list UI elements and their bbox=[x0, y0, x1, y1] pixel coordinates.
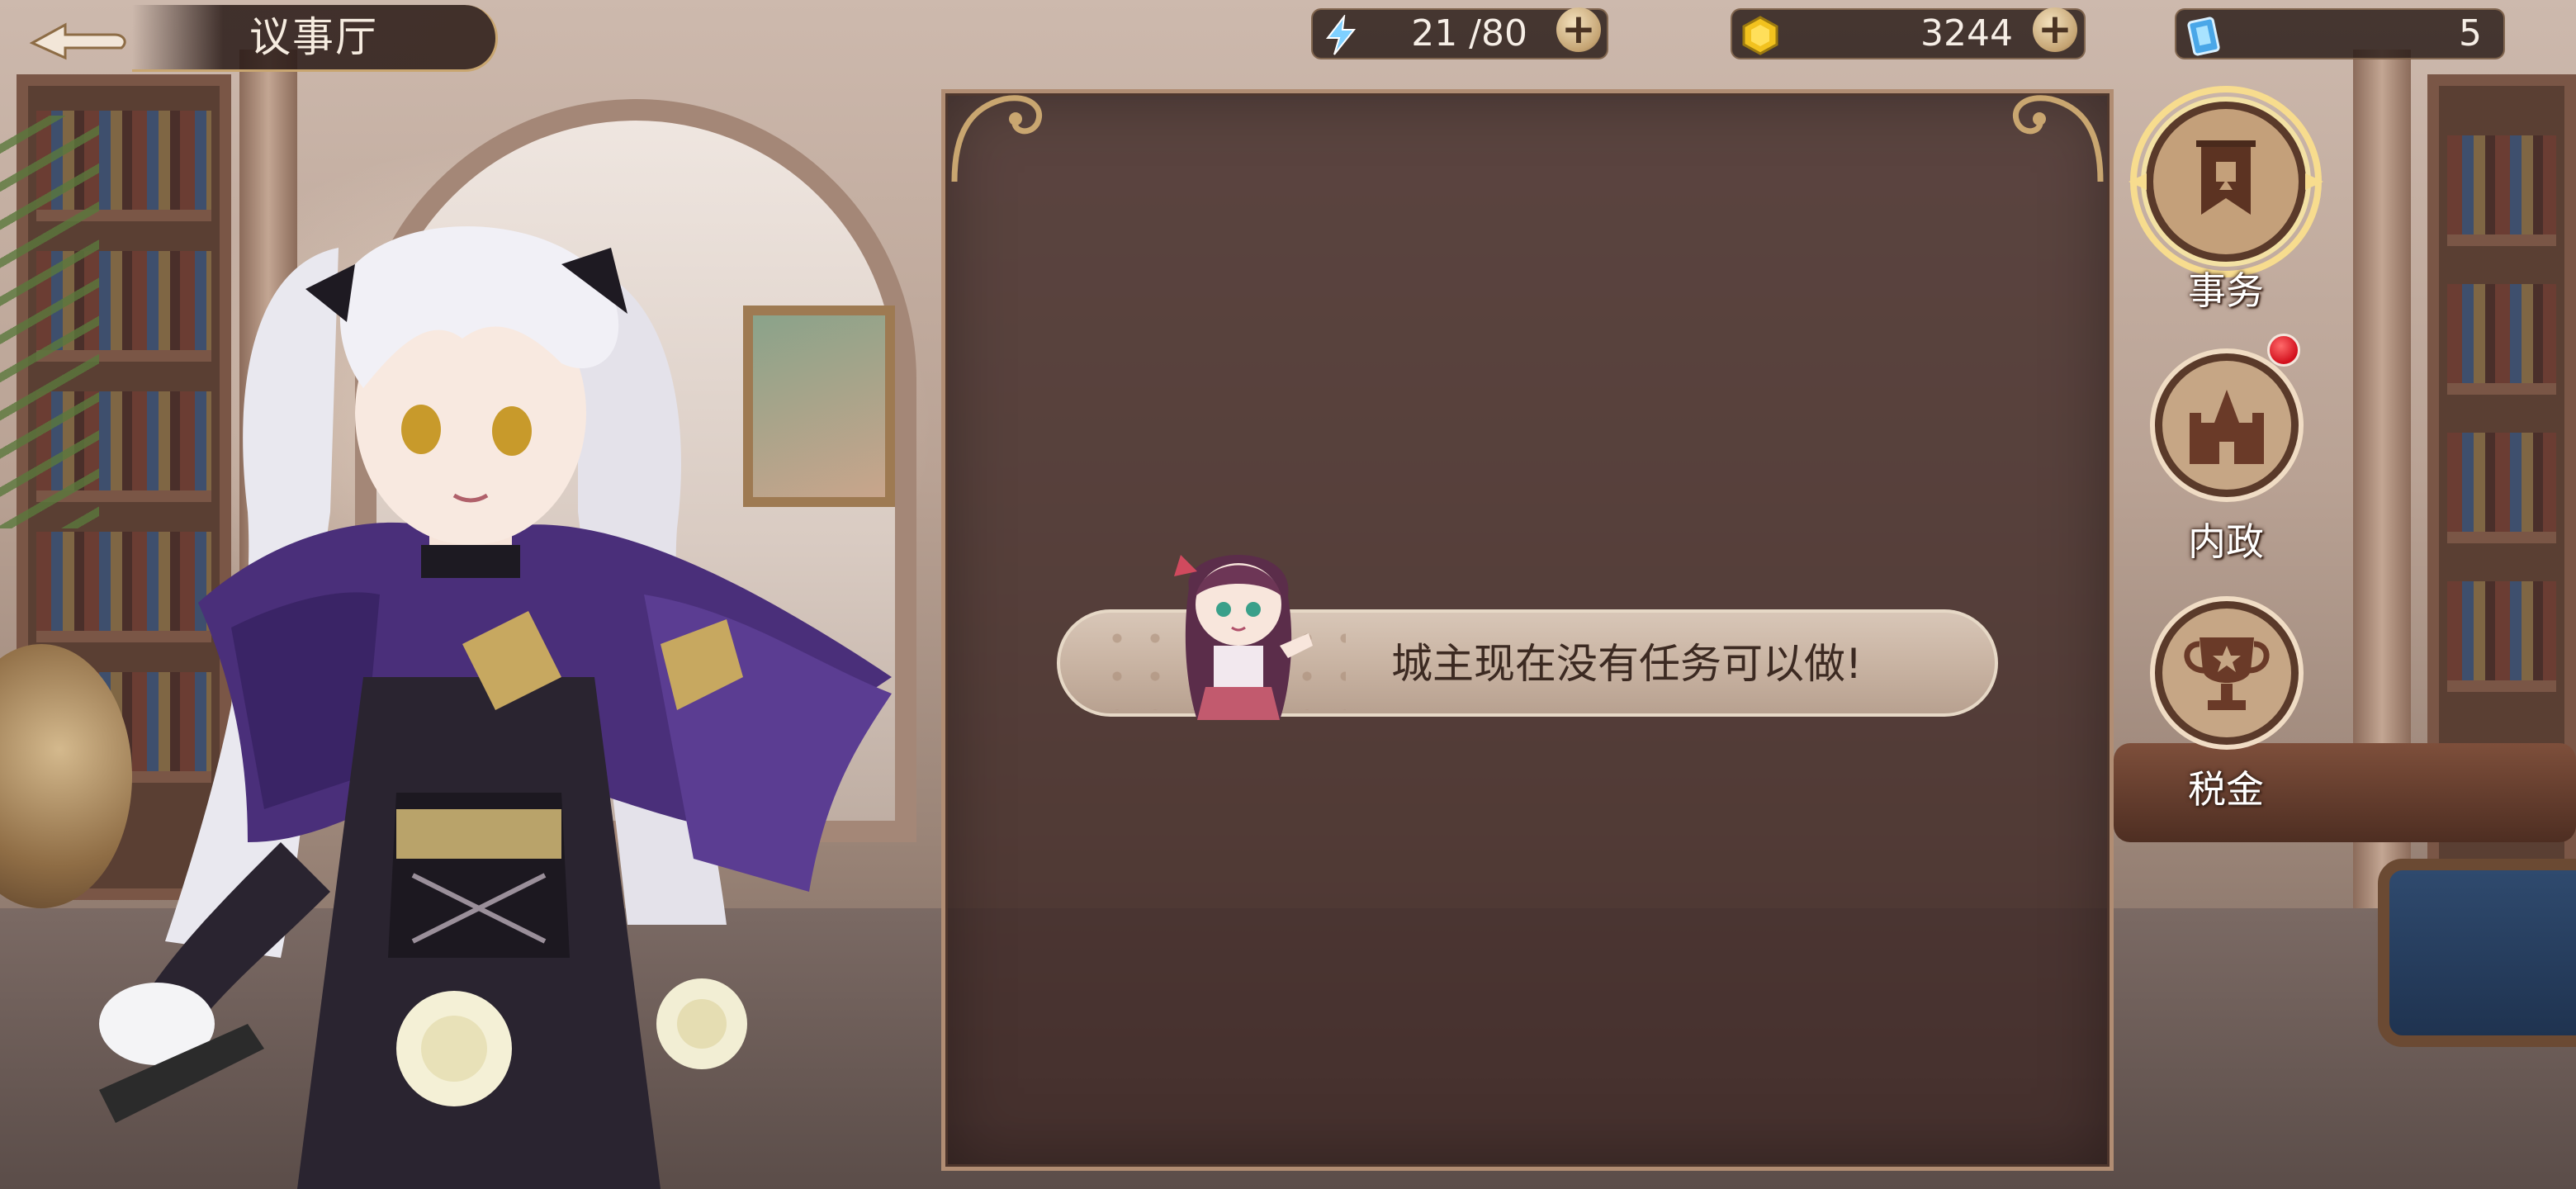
corner-ornament-icon bbox=[951, 95, 1042, 182]
taxes-button[interactable] bbox=[2148, 594, 2305, 751]
domestic-affairs-button[interactable] bbox=[2148, 347, 2305, 504]
add-stamina-button[interactable]: + bbox=[1556, 7, 1601, 52]
corner-ornament-icon bbox=[2013, 95, 2104, 182]
domestic-affairs-label: 内政 bbox=[2188, 519, 2264, 564]
chair bbox=[2378, 859, 2576, 1047]
add-gold-button[interactable]: + bbox=[2033, 7, 2077, 52]
ticket-card-icon bbox=[2187, 17, 2220, 56]
affairs-label: 事务 bbox=[2188, 268, 2264, 313]
taxes-label: 税金 bbox=[2188, 767, 2264, 812]
stamina-value: 21 /80 bbox=[1411, 12, 1527, 54]
affairs-button[interactable] bbox=[2127, 83, 2325, 281]
ticket-counter: 5 bbox=[2175, 8, 2505, 59]
character-illustration bbox=[99, 226, 892, 1189]
gold-value: 3244 bbox=[1920, 12, 2013, 54]
ticket-value: 5 bbox=[2459, 12, 2482, 54]
chibi-guide-character bbox=[1174, 555, 1313, 720]
back-button[interactable] bbox=[12, 7, 135, 66]
notification-badge bbox=[2267, 334, 2300, 367]
empty-task-message: 城主现在没有任务可以做! bbox=[1390, 640, 1863, 688]
page-title: 议事厅 bbox=[249, 13, 378, 61]
back-arrow-icon bbox=[29, 22, 126, 60]
gold-coin-icon bbox=[1742, 16, 1778, 55]
header-left: 议事厅 bbox=[0, 0, 504, 74]
lightning-icon bbox=[1325, 15, 1357, 55]
